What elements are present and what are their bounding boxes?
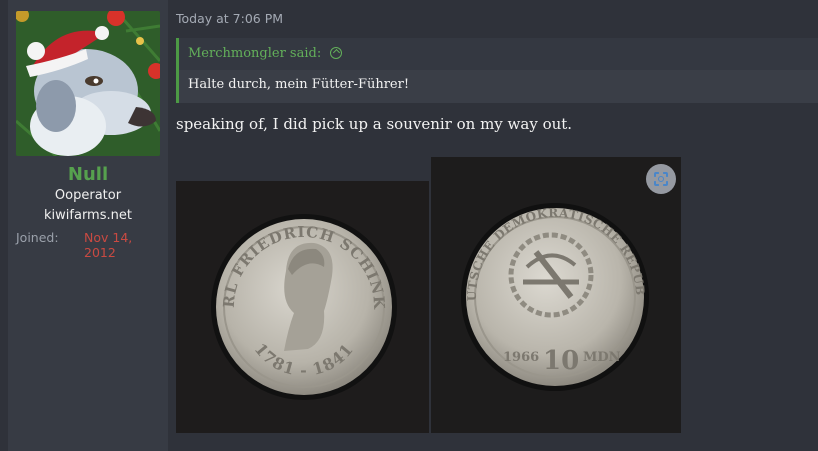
zoom-icon[interactable]	[646, 164, 676, 194]
coin-image-right[interactable]: DEUTSCHE DEMOKRATISCHE REPUBLIK 1966 10 …	[431, 157, 681, 433]
post-content: Today at 7:06 PM Merchmongler said: Halt…	[176, 0, 818, 451]
quote-text: Halte durch, mein Fütter-Führer!	[188, 77, 410, 92]
user-site: kiwifarms.net	[44, 208, 132, 223]
quote-block: Merchmongler said: Halte durch, mein Füt…	[176, 38, 818, 103]
coin-front-image: KARL FRIEDRICH SCHINKEL 1781 - 1841	[176, 181, 429, 433]
joined-label: Joined:	[16, 230, 59, 245]
post-message: speaking of, I did pick up a souvenir on…	[176, 115, 573, 133]
user-title: Ooperator	[54, 188, 122, 203]
coin-image-left[interactable]: KARL FRIEDRICH SCHINKEL 1781 - 1841	[176, 181, 429, 433]
post: Null Ooperator kiwifarms.net Joined: Nov…	[0, 0, 818, 451]
quote-header[interactable]: Merchmongler said:	[179, 38, 818, 70]
avatar[interactable]	[16, 11, 160, 156]
post-timestamp[interactable]: Today at 7:06 PM	[176, 11, 283, 26]
avatar-image	[16, 11, 160, 156]
coin-right-denomination: 10	[543, 346, 579, 376]
coin-right-currency: MDN	[583, 350, 621, 365]
username[interactable]: Null	[8, 164, 168, 185]
joined-date: Nov 14, 2012	[84, 230, 133, 260]
coin-right-year: 1966	[503, 350, 539, 365]
user-sidebar: Null Ooperator kiwifarms.net Joined: Nov…	[8, 0, 168, 451]
quote-author[interactable]: Merchmongler said:	[188, 46, 321, 61]
arrow-up-circle-icon[interactable]	[330, 47, 343, 59]
coin-back-image: DEUTSCHE DEMOKRATISCHE REPUBLIK 1966 10 …	[431, 157, 681, 433]
